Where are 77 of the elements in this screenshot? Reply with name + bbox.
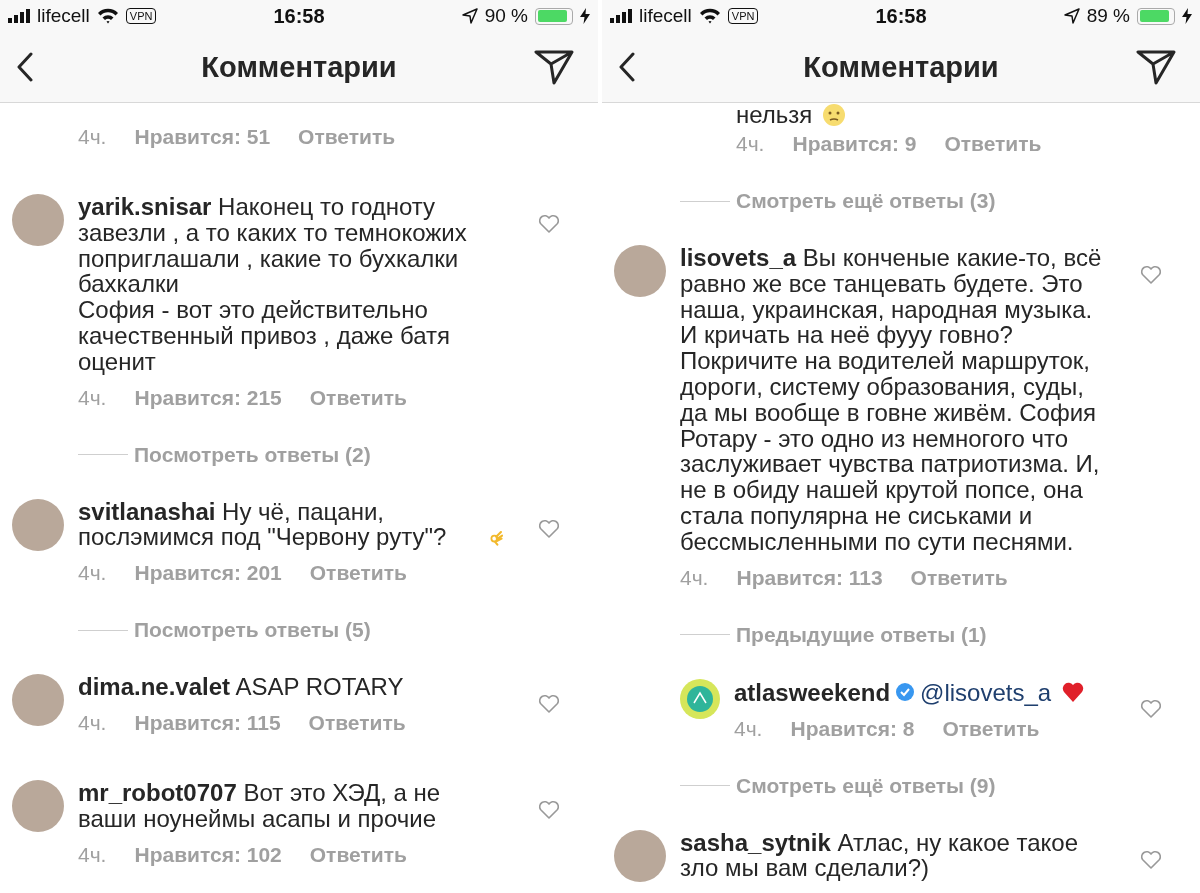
battery-icon (535, 7, 573, 25)
reply-link[interactable]: Ответить (944, 132, 1042, 156)
status-time: 16:58 (273, 4, 325, 28)
location-arrow-icon (1063, 8, 1080, 24)
reply-link[interactable]: Ответить (308, 710, 406, 735)
view-replies-link[interactable]: Предыдущие ответы (1) (736, 622, 987, 647)
like-heart-icon[interactable] (1140, 698, 1162, 719)
vpn-badge: VPN (727, 8, 759, 24)
view-replies-link[interactable]: Посмотреть ответы (5) (134, 618, 371, 643)
charging-bolt-icon (580, 8, 590, 24)
vpn-badge: VPN (125, 8, 157, 24)
comment-text: mr_robot0707 Вот это ХЭД, а не ваши ноунеймы асапы и прочие (78, 779, 442, 832)
comment-time: 4ч. (78, 710, 107, 735)
avatar-photo-placeholder[interactable] (614, 829, 666, 882)
comment-time: 4ч. (78, 561, 107, 586)
reply-link[interactable]: Ответить (309, 842, 407, 867)
reply-link[interactable]: Ответить (942, 716, 1040, 741)
wifi-icon (698, 8, 721, 24)
screen-title: Комментарии (802, 50, 1000, 84)
avatar-photo-placeholder[interactable] (614, 245, 666, 297)
like-heart-icon[interactable] (538, 214, 560, 234)
like-heart-icon[interactable] (538, 694, 560, 715)
wifi-icon (96, 8, 119, 24)
reply-link[interactable]: Ответить (309, 561, 407, 586)
battery-percent: 89 % (1086, 5, 1130, 27)
signal-icon (610, 9, 632, 23)
charging-bolt-icon (1182, 8, 1192, 24)
likes-count[interactable]: Нравится: 215 (134, 385, 282, 410)
likes-count[interactable]: Нравится: 8 (790, 716, 915, 741)
carrier-name: lifecell (639, 5, 692, 27)
mention-link[interactable]: @lisovets_a (920, 678, 1052, 706)
comment-text: sasha_sytnik Атлас, ну какое такое зло мы вам сделали?) (680, 829, 1080, 882)
avatar-photo-placeholder[interactable] (12, 194, 64, 246)
avatar-photo-placeholder[interactable] (12, 674, 64, 727)
avatar-photo-placeholder[interactable] (12, 498, 64, 551)
comment-text: dima.ne.valet ASAP ROTARY (78, 674, 404, 700)
likes-count[interactable]: Нравится: 113 (736, 565, 883, 590)
like-heart-icon[interactable] (1140, 265, 1162, 285)
back-icon[interactable] (16, 52, 34, 82)
likes-count[interactable]: Нравится: 102 (134, 842, 282, 867)
comment-time: 4ч. (680, 565, 709, 590)
reply-link[interactable]: Ответить (298, 125, 396, 149)
back-icon[interactable] (618, 52, 636, 82)
paper-plane-icon[interactable] (534, 49, 574, 85)
location-arrow-icon (461, 8, 478, 24)
logo-avatar-icon[interactable] (680, 678, 720, 719)
comment-text: svitlanashai Ну чё, пацани, послэмимся под "Червону руту"? (78, 498, 448, 551)
like-heart-icon[interactable] (538, 799, 560, 820)
battery-icon (1137, 7, 1175, 25)
carrier-name: lifecell (37, 5, 90, 27)
comment-time: 4ч. (78, 125, 107, 149)
avatar-photo-placeholder[interactable] (12, 779, 64, 832)
view-replies-link[interactable]: Посмотреть ответы (2) (134, 442, 371, 467)
status-time: 16:58 (875, 4, 927, 28)
view-replies-link[interactable]: Смотреть ещё ответы (9) (736, 773, 996, 798)
likes-count[interactable]: Нравится: 9 (792, 132, 917, 156)
screen-title: Комментарии (200, 50, 398, 84)
comment-time: 4ч. (736, 132, 765, 156)
face-emoji-icon (822, 103, 847, 127)
username[interactable]: atlasweekend (734, 678, 891, 706)
likes-count[interactable]: Нравится: 51 (134, 125, 271, 149)
comment-text: yarik.snisar Наконец то годноту завезли , а то каких то темнокожих поприглашали , какие то бухкалки бахкалки София - вот это действительно качественный привоз , даже батя оценит (78, 194, 468, 375)
comment-text: lisovets_a Вы конченые какие-то, всё равно же все танцевать будете. Это наша, украинская, народная музыка. И кричать на неё фууу говно? Покричите на водителей маршруток, дороги, систему образования, суды, да мы вообще в говне живём. София Ротару - это одно из немногого что заслуживает чувства патриотизма. И, не в обиду нашей крутой попсе, она стала популярна не сиськами и бессмысленными по сути песнями. (680, 245, 1103, 555)
comment-text: нельзя (736, 104, 813, 126)
paper-plane-icon[interactable] (1136, 49, 1176, 85)
like-heart-icon[interactable] (1140, 849, 1162, 870)
battery-percent: 90 % (484, 5, 528, 27)
reply-link[interactable]: Ответить (309, 385, 407, 410)
reply-link[interactable]: Ответить (910, 565, 1008, 590)
comment-time: 4ч. (78, 385, 107, 410)
comment-time: 4ч. (734, 716, 763, 741)
comment-time: 4ч. (78, 842, 107, 867)
like-heart-icon[interactable] (538, 518, 560, 539)
likes-count[interactable]: Нравится: 115 (134, 710, 281, 735)
view-replies-link[interactable]: Смотреть ещё ответы (3) (736, 189, 996, 213)
likes-count[interactable]: Нравится: 201 (134, 561, 282, 586)
signal-icon (8, 9, 30, 23)
